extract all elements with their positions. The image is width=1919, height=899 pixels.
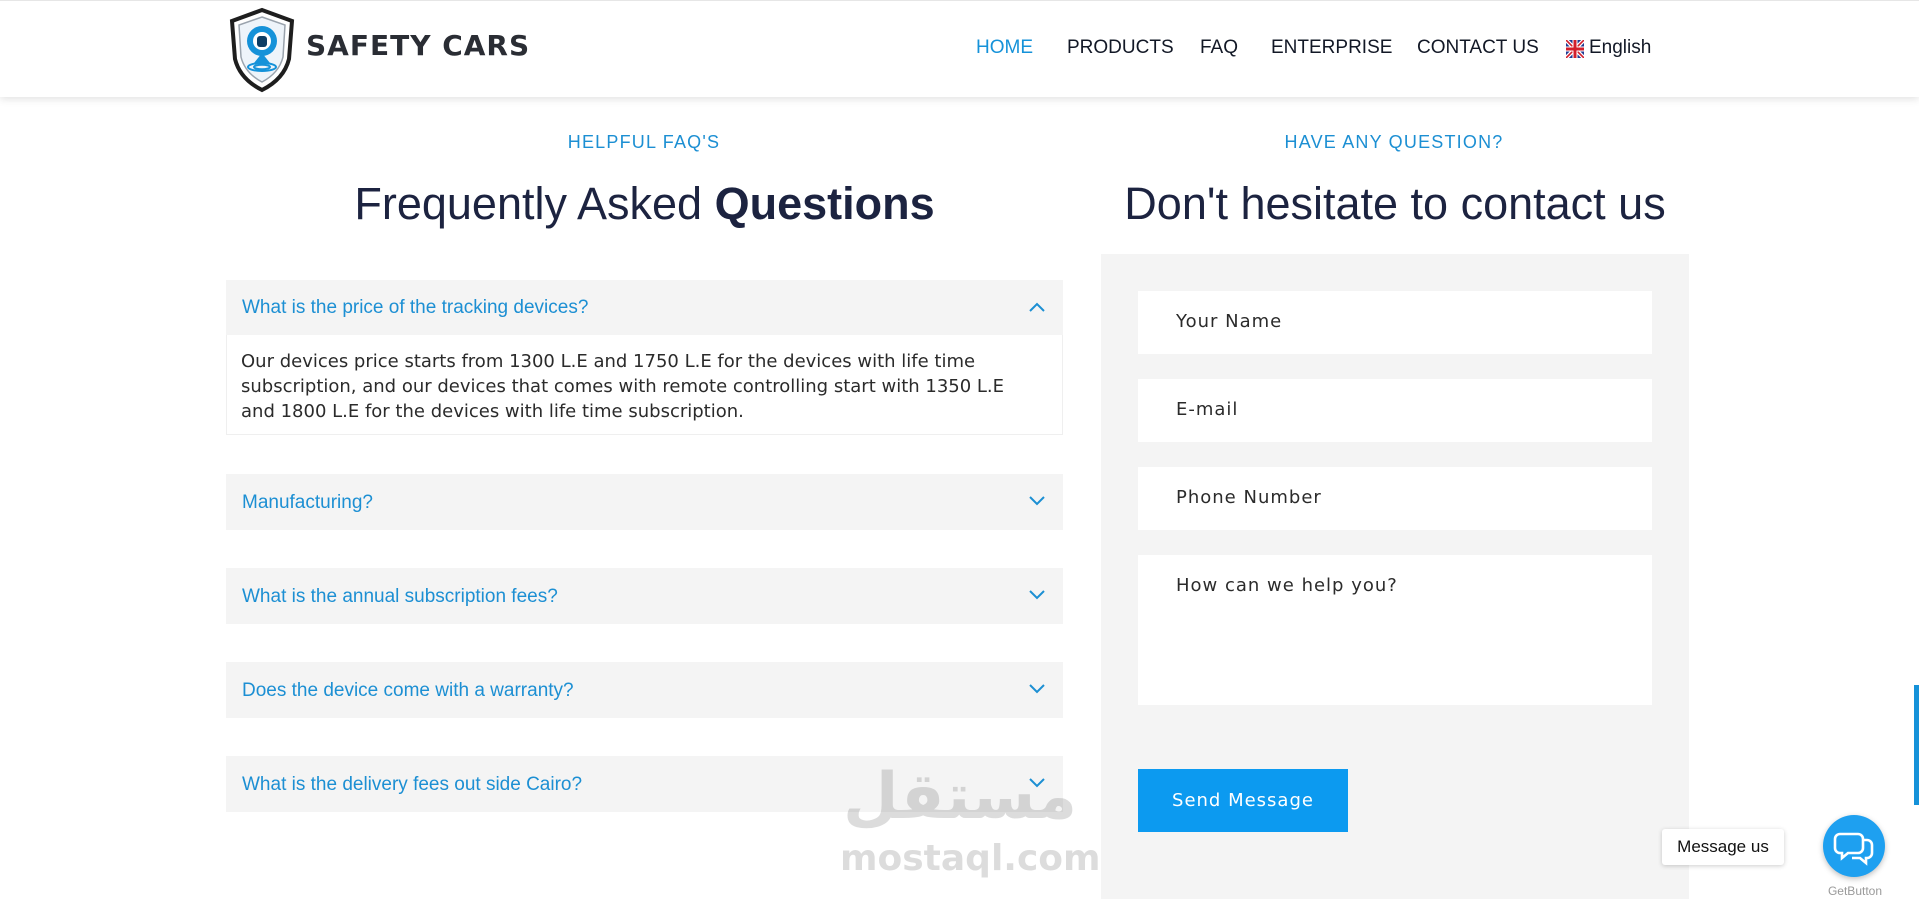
faq-question[interactable]: Manufacturing? <box>242 492 373 514</box>
faq-item-3[interactable]: What is the annual subscription fees? <box>226 568 1063 624</box>
getbutton-credit[interactable]: GetButton <box>1820 884 1890 898</box>
contact-kicker: HAVE ANY QUESTION? <box>1284 132 1504 152</box>
contact-form: Your Name E-mail Phone Number How can we… <box>1101 254 1689 899</box>
contact-title: Don't hesitate to contact us <box>1124 178 1666 229</box>
nav-home[interactable]: HOME <box>976 37 1033 59</box>
faq-title-plain: Frequently Asked <box>354 178 703 229</box>
send-message-button[interactable]: Send Message <box>1138 769 1348 832</box>
scrollbar-thumb[interactable] <box>1914 685 1919 805</box>
message-us-label[interactable]: Message us <box>1662 829 1784 865</box>
nav-faq[interactable]: FAQ <box>1200 37 1238 59</box>
chevron-down-icon[interactable] <box>1029 684 1045 694</box>
safety-cars-logo[interactable] <box>226 7 298 93</box>
email-placeholder: E-mail <box>1176 399 1239 420</box>
chevron-down-icon[interactable] <box>1029 590 1045 600</box>
faq-title: Frequently Asked Questions <box>226 178 1063 230</box>
faq-answer: Our devices price starts from 1300 L.E a… <box>226 335 1063 435</box>
site-header: SAFETY CARS HOME PRODUCTS FAQ ENTERPRISE… <box>0 0 1919 97</box>
phone-placeholder: Phone Number <box>1176 487 1322 508</box>
uk-flag-icon <box>1566 40 1584 58</box>
faq-title-bold: Questions <box>714 178 935 229</box>
phone-field[interactable]: Phone Number <box>1138 467 1652 530</box>
faq-answer-text: Our devices price starts from 1300 L.E a… <box>241 351 1005 422</box>
faq-question[interactable]: Does the device come with a warranty? <box>242 680 574 702</box>
faq-question[interactable]: What is the price of the tracking device… <box>242 297 588 319</box>
language-selector[interactable]: English <box>1589 37 1651 59</box>
chat-button[interactable] <box>1823 815 1885 877</box>
faq-kicker: HELPFUL FAQ'S <box>567 132 721 152</box>
email-field[interactable]: E-mail <box>1138 379 1652 442</box>
mostaql-watermark: مستقل mostaql.com <box>840 760 1101 880</box>
faq-question[interactable]: What is the delivery fees out side Cairo… <box>242 774 582 796</box>
name-placeholder: Your Name <box>1176 311 1283 332</box>
message-placeholder: How can we help you? <box>1176 575 1398 596</box>
brand-name[interactable]: SAFETY CARS <box>306 29 530 62</box>
nav-contact-us[interactable]: CONTACT US <box>1417 37 1539 59</box>
watermark-arabic: مستقل <box>842 760 1078 834</box>
chevron-down-icon[interactable] <box>1029 496 1045 506</box>
faq-item-4[interactable]: Does the device come with a warranty? <box>226 662 1063 718</box>
chevron-up-icon[interactable] <box>1029 302 1045 312</box>
name-field[interactable]: Your Name <box>1138 291 1652 354</box>
watermark-latin: mostaql.com <box>840 838 1101 879</box>
nav-enterprise[interactable]: ENTERPRISE <box>1271 37 1392 59</box>
message-textarea[interactable]: How can we help you? <box>1138 555 1652 705</box>
faq-item-1[interactable]: What is the price of the tracking device… <box>226 280 1063 335</box>
nav-products[interactable]: PRODUCTS <box>1067 37 1174 59</box>
faq-question[interactable]: What is the annual subscription fees? <box>242 586 558 608</box>
chat-bubbles-icon <box>1833 832 1874 866</box>
faq-item-2[interactable]: Manufacturing? <box>226 474 1063 530</box>
